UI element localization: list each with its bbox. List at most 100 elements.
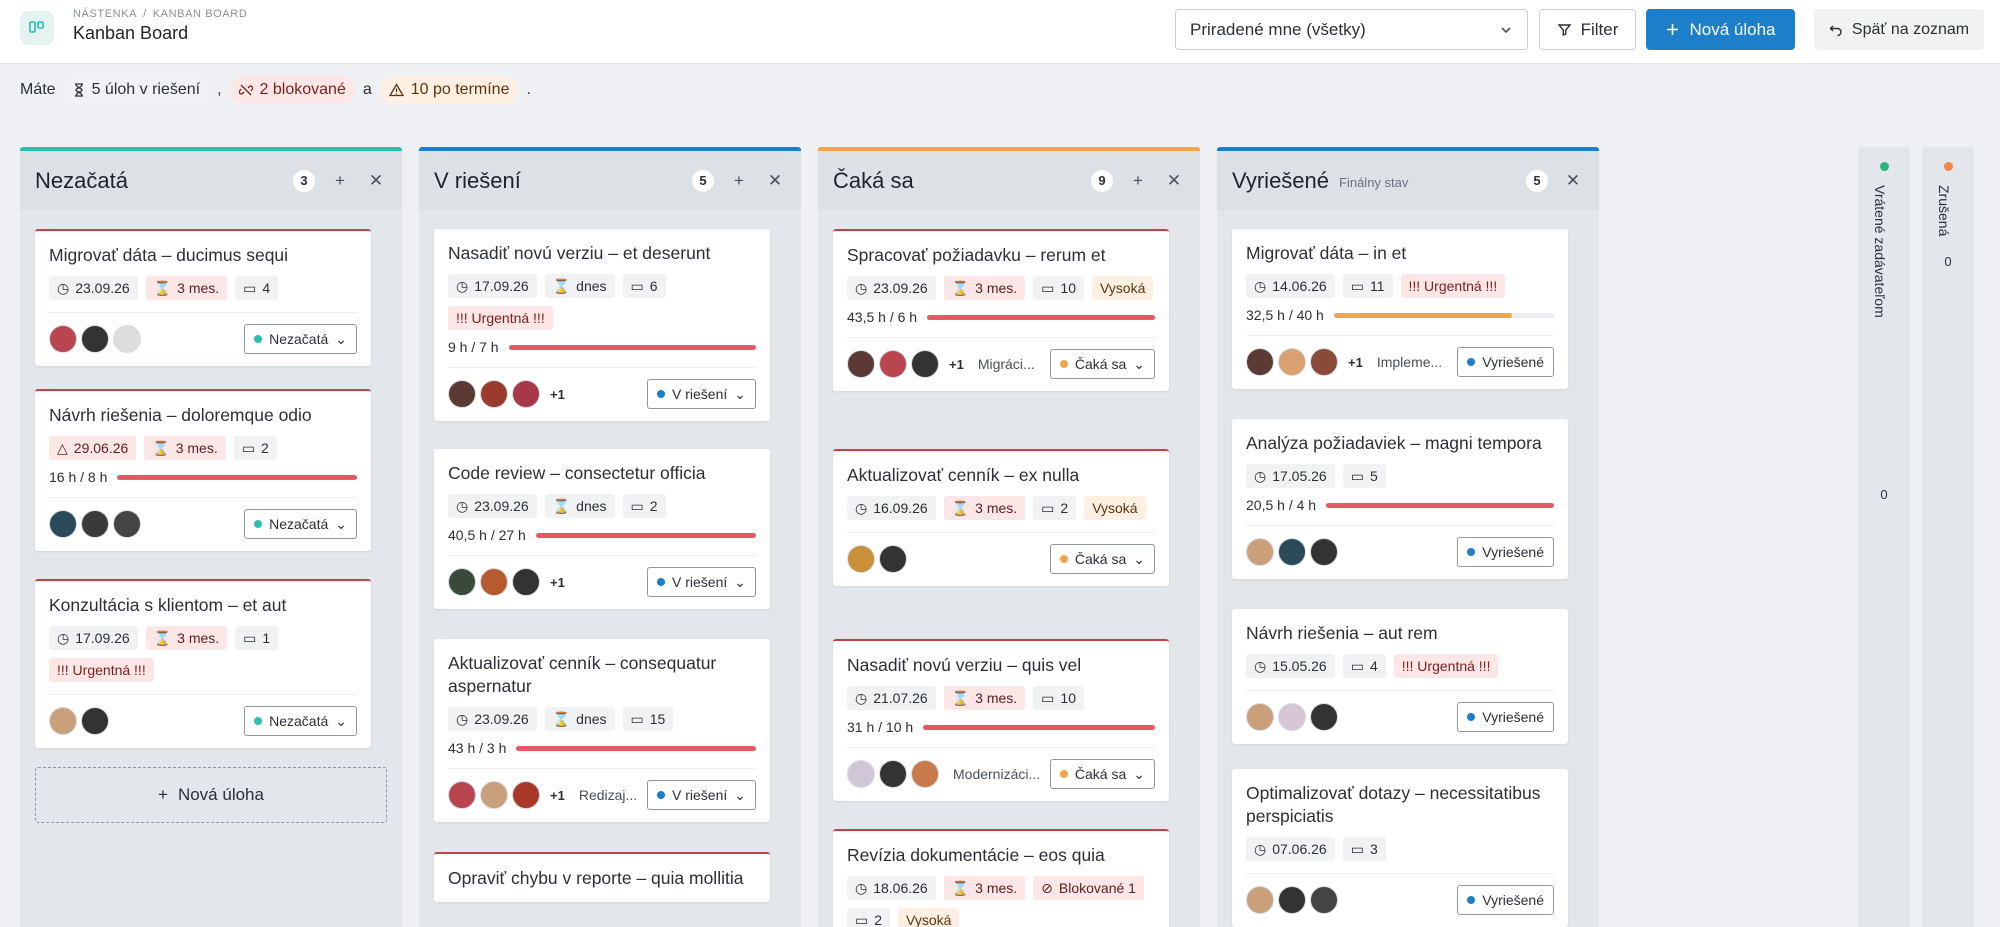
task-card[interactable]: Návrh riešenia – aut rem ◷ 15.05.26 ▭ 4 !!…: [1232, 609, 1568, 744]
task-card[interactable]: Analýza požiadaviek – magni tempora ◷ 17.…: [1232, 419, 1568, 579]
task-card[interactable]: Migrovať dáta – ducimus sequi ◷ 23.09.26 …: [35, 229, 371, 366]
avatar[interactable]: [512, 380, 540, 408]
task-card[interactable]: Code review – consectetur officia ◷ 23.09…: [434, 449, 770, 609]
avatar[interactable]: [1310, 703, 1338, 731]
status-select[interactable]: Vyriešené: [1457, 885, 1554, 915]
collapse-column-icon[interactable]: ✕: [1562, 170, 1584, 192]
more-assignees[interactable]: +1: [550, 387, 565, 402]
collapsed-column-cancelled[interactable]: Zrušená 0: [1922, 147, 1974, 927]
status-select[interactable]: Čaká sa ⌄: [1049, 544, 1155, 574]
collapse-column-icon[interactable]: ✕: [1163, 170, 1185, 192]
task-card[interactable]: Nasadiť novú verziu – quis vel ◷ 21.07.26…: [833, 639, 1169, 801]
task-title[interactable]: Aktualizovať cenník – ex nulla: [847, 464, 1155, 487]
avatar[interactable]: [49, 510, 77, 538]
avatar[interactable]: [1278, 538, 1306, 566]
task-card[interactable]: Spracovať požiadavku – rerum et ◷ 23.09.2…: [833, 229, 1169, 391]
task-card[interactable]: Migrovať dáta – in et ◷ 14.06.26 ▭ 11 !!! …: [1232, 229, 1568, 389]
status-select[interactable]: Čaká sa ⌄: [1049, 759, 1155, 789]
task-title[interactable]: Opraviť chybu v reporte – quia mollitia: [448, 867, 756, 890]
avatar[interactable]: [81, 325, 109, 353]
add-task-icon[interactable]: +: [728, 170, 750, 192]
avatar[interactable]: [879, 350, 907, 378]
more-assignees[interactable]: +1: [949, 357, 964, 372]
filter-button[interactable]: Filter: [1539, 9, 1636, 50]
task-title[interactable]: Analýza požiadaviek – magni tempora: [1246, 432, 1554, 455]
task-title[interactable]: Spracovať požiadavku – rerum et: [847, 244, 1155, 267]
avatar[interactable]: [113, 510, 141, 538]
task-title[interactable]: Revízia dokumentácie – eos quia: [847, 844, 1155, 867]
add-task-icon[interactable]: +: [329, 170, 351, 192]
avatar[interactable]: [480, 781, 508, 809]
task-card[interactable]: Návrh riešenia – doloremque odio △ 29.06.…: [35, 389, 371, 551]
avatar[interactable]: [448, 781, 476, 809]
kanban-app-icon[interactable]: [20, 11, 54, 45]
new-task-button[interactable]: Nová úloha: [1646, 9, 1795, 50]
more-assignees[interactable]: +1: [550, 788, 565, 803]
task-card[interactable]: Aktualizovať cenník – consequatur aspern…: [434, 639, 770, 822]
avatar[interactable]: [113, 325, 141, 353]
collapse-column-icon[interactable]: ✕: [365, 170, 387, 192]
task-title[interactable]: Aktualizovať cenník – consequatur aspern…: [448, 652, 756, 698]
collapsed-column-returned[interactable]: Vrátené zadávateľom 0: [1858, 147, 1910, 927]
avatar[interactable]: [1278, 703, 1306, 731]
avatar[interactable]: [1310, 886, 1338, 914]
avatar[interactable]: [480, 380, 508, 408]
add-task-button[interactable]: + Nová úloha: [35, 767, 387, 823]
avatar[interactable]: [49, 707, 77, 735]
avatar[interactable]: [512, 781, 540, 809]
task-card[interactable]: Opraviť chybu v reporte – quia mollitia: [434, 852, 770, 902]
overdue-chip[interactable]: 10 po termíne: [379, 76, 519, 104]
avatar[interactable]: [879, 760, 907, 788]
task-title[interactable]: Návrh riešenia – aut rem: [1246, 622, 1554, 645]
task-title[interactable]: Migrovať dáta – ducimus sequi: [49, 244, 357, 267]
add-task-icon[interactable]: +: [1127, 170, 1149, 192]
avatar[interactable]: [879, 545, 907, 573]
in-progress-chip[interactable]: 5 úloh v riešení: [63, 76, 210, 104]
status-select[interactable]: Nezačatá ⌄: [244, 509, 357, 539]
avatar[interactable]: [847, 545, 875, 573]
task-card[interactable]: Nasadiť novú verziu – et deserunt ◷ 17.09…: [434, 229, 770, 421]
breadcrumb-item[interactable]: NÁSTENKA: [73, 8, 137, 20]
status-select[interactable]: Vyriešené: [1457, 347, 1554, 377]
task-card[interactable]: Revízia dokumentácie – eos quia ◷ 18.06.2…: [833, 829, 1169, 927]
status-select[interactable]: Čaká sa ⌄: [1049, 349, 1155, 379]
status-select[interactable]: Nezačatá ⌄: [244, 706, 357, 736]
task-title[interactable]: Konzultácia s klientom – et aut: [49, 594, 357, 617]
avatar[interactable]: [1246, 538, 1274, 566]
avatar[interactable]: [448, 380, 476, 408]
avatar[interactable]: [1246, 703, 1274, 731]
avatar[interactable]: [480, 568, 508, 596]
avatar[interactable]: [448, 568, 476, 596]
task-card[interactable]: Optimalizovať dotazy – necessitatibus pe…: [1232, 769, 1568, 927]
more-assignees[interactable]: +1: [1348, 355, 1363, 370]
avatar[interactable]: [49, 325, 77, 353]
task-title[interactable]: Nasadiť novú verziu – et deserunt: [448, 242, 756, 265]
avatar[interactable]: [1310, 348, 1338, 376]
blocked-chip[interactable]: 2 blokované: [229, 76, 355, 104]
avatar[interactable]: [847, 760, 875, 788]
task-title[interactable]: Návrh riešenia – doloremque odio: [49, 404, 357, 427]
avatar[interactable]: [847, 350, 875, 378]
avatar[interactable]: [81, 707, 109, 735]
task-card[interactable]: Konzultácia s klientom – et aut ◷ 17.09.2…: [35, 579, 371, 748]
task-card[interactable]: Aktualizovať cenník – ex nulla ◷ 16.09.26…: [833, 449, 1169, 586]
back-to-list-button[interactable]: Späť na zoznam: [1814, 9, 1984, 50]
avatar[interactable]: [512, 568, 540, 596]
avatar[interactable]: [1246, 886, 1274, 914]
status-select[interactable]: V riešení ⌄: [647, 780, 756, 810]
status-select[interactable]: Vyriešené: [1457, 537, 1554, 567]
task-title[interactable]: Migrovať dáta – in et: [1246, 242, 1554, 265]
avatar[interactable]: [1278, 886, 1306, 914]
avatar[interactable]: [1246, 348, 1274, 376]
status-select[interactable]: V riešení ⌄: [647, 379, 756, 409]
breadcrumb-item[interactable]: KANBAN BOARD: [153, 8, 248, 20]
status-select[interactable]: V riešení ⌄: [647, 567, 756, 597]
task-title[interactable]: Nasadiť novú verziu – quis vel: [847, 654, 1155, 677]
avatar[interactable]: [911, 350, 939, 378]
avatar[interactable]: [911, 760, 939, 788]
avatar[interactable]: [1278, 348, 1306, 376]
avatar[interactable]: [1310, 538, 1338, 566]
task-title[interactable]: Optimalizovať dotazy – necessitatibus pe…: [1246, 782, 1554, 828]
status-select[interactable]: Vyriešené: [1457, 702, 1554, 732]
collapse-column-icon[interactable]: ✕: [764, 170, 786, 192]
